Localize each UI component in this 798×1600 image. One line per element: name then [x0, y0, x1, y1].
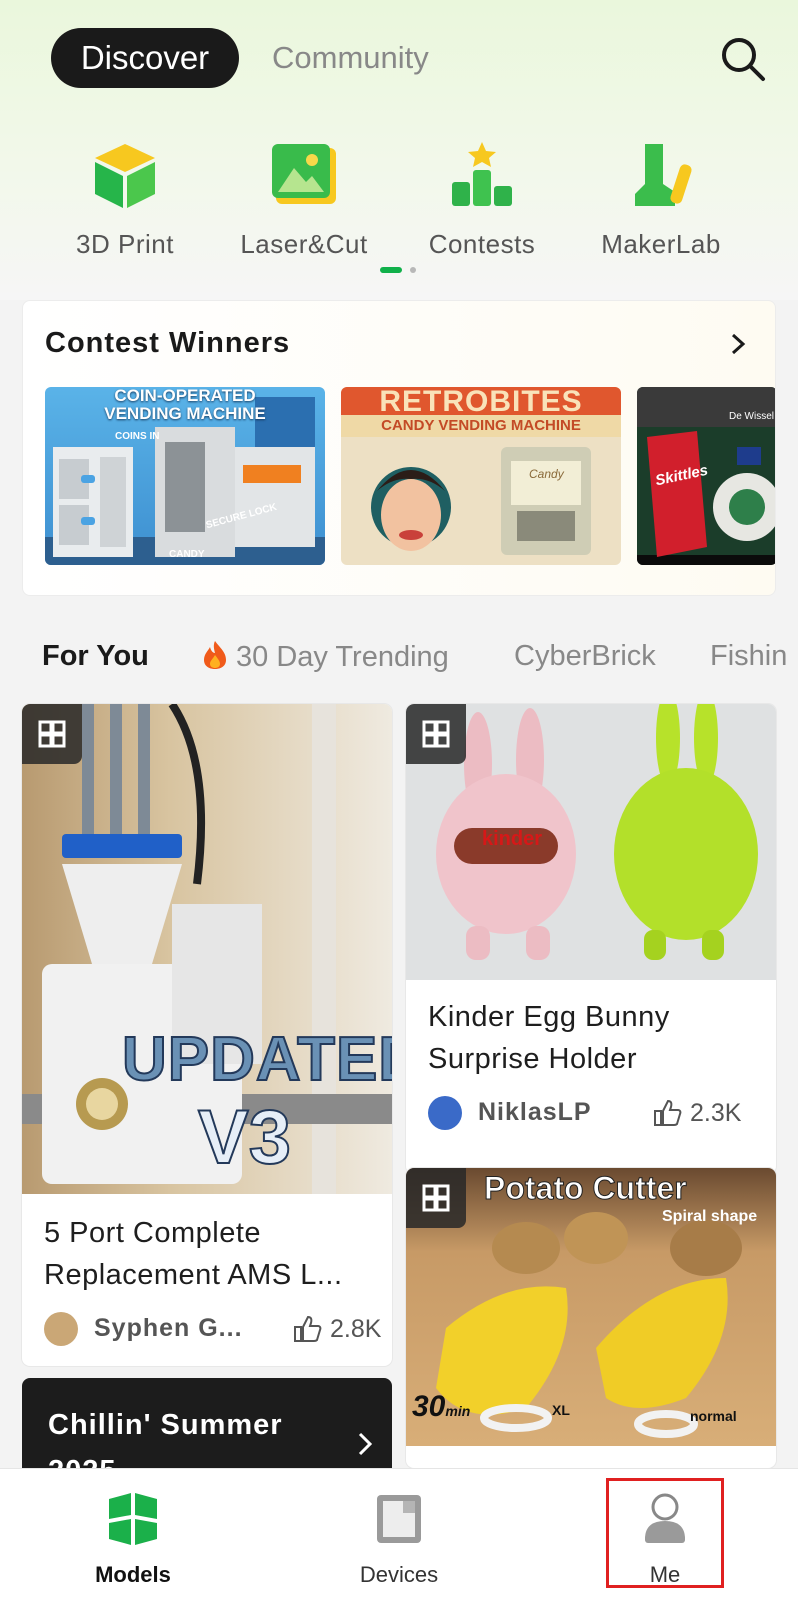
thumb-caption-title: RETROBITES: [379, 387, 583, 418]
tab-fishing[interactable]: Fishin: [710, 640, 787, 673]
model-card-potato-cutter[interactable]: Potato Cutter Spiral shape 30min XL norm…: [406, 1168, 776, 1468]
nav-devices[interactable]: Devices: [319, 1469, 479, 1600]
tab-for-you[interactable]: For You: [42, 640, 149, 673]
thumb-caption-sub: CANDY VENDING MACHINE: [381, 417, 581, 434]
thumb-label: Candy: [529, 467, 564, 481]
like-count: 2.8K: [330, 1314, 382, 1343]
overlay-text: Potato Cutter: [484, 1170, 688, 1207]
image-frame-icon: [272, 144, 336, 204]
overlay-text: kinder: [482, 828, 543, 850]
model-type-badge: [406, 704, 466, 764]
boot-icon: [635, 144, 692, 206]
contest-winners-title: Contest Winners: [45, 327, 291, 359]
category-page-indicator: [380, 267, 420, 273]
thumb-caption: COIN-OPERATED VENDING MACHINE: [104, 387, 266, 423]
winner-thumb-retrobites[interactable]: RETROBITES CANDY VENDING MACHINE Candy: [341, 387, 621, 565]
model-meta: NiklasLP 2.3K: [428, 1094, 758, 1134]
model-card-kinder-egg-bunny[interactable]: kinder Kinder Egg Bunny Surprise Holder …: [406, 704, 776, 1174]
tab-cyberbrick[interactable]: CyberBrick: [514, 640, 656, 673]
tab-community[interactable]: Community: [272, 28, 429, 88]
category-label: Laser&Cut: [240, 229, 368, 259]
overlay-text: V3: [197, 1094, 292, 1181]
tab-30-day-trending[interactable]: 30 Day Trending: [202, 640, 449, 674]
category-label: Contests: [428, 229, 536, 259]
chevron-right-icon[interactable]: [723, 329, 753, 359]
nav-label: Devices: [359, 1562, 439, 1587]
winner-thumb-vending-machine[interactable]: COIN-OPERATED VENDING MACHINE COINS IN S…: [45, 387, 325, 565]
model-type-badge: [22, 704, 82, 764]
author-avatar[interactable]: [44, 1312, 78, 1346]
thumbs-up-icon: [294, 1315, 322, 1342]
model-type-badge: [406, 1168, 466, 1228]
category-laser-cut[interactable]: Laser&Cut: [214, 140, 394, 260]
page-dot-active: [380, 267, 402, 273]
overlay-text: UPDATED: [121, 1024, 392, 1095]
category-makerlab[interactable]: MakerLab: [571, 140, 751, 260]
nav-label: Models: [95, 1562, 171, 1587]
nav-models[interactable]: Models: [53, 1469, 213, 1600]
me-highlight-box: [606, 1478, 724, 1588]
category-3d-print[interactable]: 3D Print: [35, 140, 215, 260]
category-contests[interactable]: Contests: [392, 140, 572, 260]
top-header: Discover Community: [0, 28, 798, 88]
cube-grid-icon: [422, 720, 450, 748]
contest-winners-card[interactable]: Contest Winners COIN-OPERATED VENDING MA…: [22, 300, 776, 596]
model-image: UPDATED V3: [22, 704, 392, 1194]
search-icon: [722, 38, 765, 81]
cube-icon: [95, 144, 155, 208]
thumb-label: CANDY: [169, 549, 205, 560]
overlay-text: normal: [690, 1408, 737, 1424]
winner-thumb-skittles[interactable]: Skittles De Wissel: [637, 387, 775, 565]
podium-icon: [452, 142, 512, 206]
category-row: 3D Print Laser&Cut Contests MakerLab: [0, 140, 798, 260]
category-label: MakerLab: [601, 229, 721, 259]
cube-grid-icon: [38, 720, 66, 748]
models-icon: [109, 1493, 157, 1545]
category-label: 3D Print: [76, 229, 174, 259]
like-button[interactable]: 2.3K: [652, 1096, 741, 1130]
chevron-right-icon: [358, 1432, 373, 1456]
thumb-label: COINS IN: [115, 431, 160, 442]
model-card-ams-replacement[interactable]: UPDATED V3 5 Port Complete Replacement A…: [22, 704, 392, 1366]
model-meta: Syphen G... 2.8K: [44, 1310, 381, 1350]
tab-label: 30 Day Trending: [236, 641, 449, 673]
overlay-text: Spiral shape: [662, 1208, 758, 1225]
printer-icon: [377, 1495, 421, 1543]
overlay-text: 30min: [412, 1390, 471, 1423]
author-avatar[interactable]: [428, 1096, 462, 1130]
model-title: Kinder Egg Bunny Surprise Holder: [428, 1001, 670, 1075]
page-dot: [410, 267, 416, 273]
thumb-label: De Wissel: [729, 411, 775, 422]
like-button[interactable]: 2.8K: [292, 1312, 381, 1346]
fire-icon: [204, 641, 226, 669]
author-name[interactable]: Syphen G...: [94, 1314, 243, 1343]
overlay-text: XL: [552, 1402, 570, 1418]
cube-grid-icon: [422, 1184, 450, 1212]
author-name[interactable]: NiklasLP: [478, 1098, 592, 1127]
model-title: 5 Port Complete Replacement AMS L...: [44, 1217, 343, 1291]
search-button[interactable]: [718, 34, 768, 84]
like-count: 2.3K: [690, 1098, 742, 1127]
tab-discover[interactable]: Discover: [51, 28, 239, 88]
feed-tabs: For You 30 Day Trending CyberBrick Fishi…: [0, 636, 798, 686]
thumbs-up-icon: [654, 1099, 682, 1126]
